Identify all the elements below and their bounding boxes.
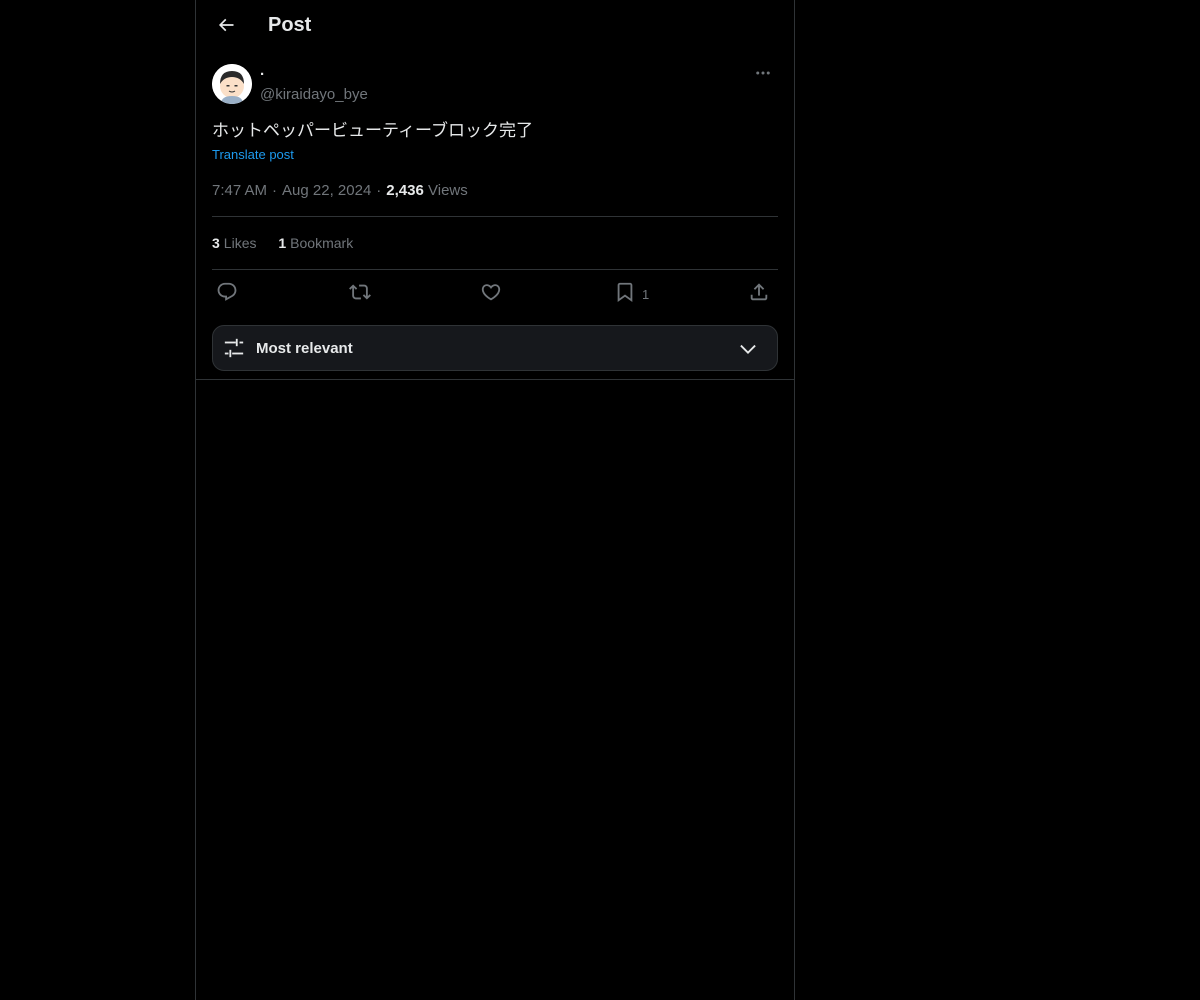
- divider: [212, 269, 778, 270]
- post-meta: 7:47 AM · Aug 22, 2024 · 2,436 Views: [212, 182, 468, 199]
- arrow-left-icon: [216, 15, 236, 40]
- post-time[interactable]: 7:47 AM: [212, 182, 267, 199]
- back-button[interactable]: [208, 9, 244, 45]
- page-title: Post: [268, 14, 312, 36]
- divider: [212, 216, 778, 217]
- post-actions: 1: [212, 280, 778, 308]
- translate-post-link[interactable]: Translate post: [212, 147, 294, 162]
- post-text: ホットペッパービューティーブロック完了: [212, 121, 533, 141]
- divider: [196, 379, 794, 380]
- more-options-button[interactable]: [748, 64, 778, 86]
- avatar[interactable]: [212, 64, 252, 104]
- post-stats: 3 Likes 1 Bookmark: [212, 235, 371, 251]
- repost-button[interactable]: [349, 280, 371, 308]
- bookmarks-label: Bookmark: [290, 235, 354, 251]
- heart-icon: [480, 281, 502, 308]
- bookmark-icon: [614, 281, 636, 308]
- bookmarks-count: 1: [278, 235, 287, 251]
- author-info: · @kiraidayo_bye: [260, 66, 368, 104]
- likes-label: Likes: [223, 235, 257, 251]
- reply-button[interactable]: [216, 280, 238, 308]
- sliders-icon: [223, 337, 245, 364]
- chevron-down-icon: [737, 338, 759, 365]
- author-display-name[interactable]: ·: [260, 66, 368, 84]
- repost-icon: [349, 281, 371, 308]
- post-date[interactable]: Aug 22, 2024: [282, 182, 371, 199]
- views-count: 2,436: [386, 182, 424, 199]
- post-header: Post: [196, 0, 794, 54]
- more-horizontal-icon: [754, 64, 772, 87]
- meta-separator: ·: [272, 182, 278, 199]
- bookmark-button[interactable]: 1: [614, 280, 649, 308]
- main-column: Post · @kiraidayo_bye ホットペッパービューティーブロック完…: [195, 0, 795, 1000]
- bookmarks-stat[interactable]: 1 Bookmark: [278, 235, 353, 251]
- sort-label: Most relevant: [256, 340, 353, 357]
- bookmark-count: 1: [642, 286, 650, 302]
- share-button[interactable]: [748, 280, 770, 308]
- views-label: Views: [428, 182, 468, 199]
- share-icon: [748, 281, 770, 308]
- likes-count: 3: [212, 235, 220, 251]
- reply-icon: [216, 281, 238, 308]
- author-handle[interactable]: @kiraidayo_bye: [260, 86, 368, 104]
- like-button[interactable]: [480, 280, 502, 308]
- sort-replies-dropdown[interactable]: Most relevant: [212, 325, 778, 371]
- likes-stat[interactable]: 3 Likes: [212, 235, 256, 251]
- meta-separator: ·: [376, 182, 382, 199]
